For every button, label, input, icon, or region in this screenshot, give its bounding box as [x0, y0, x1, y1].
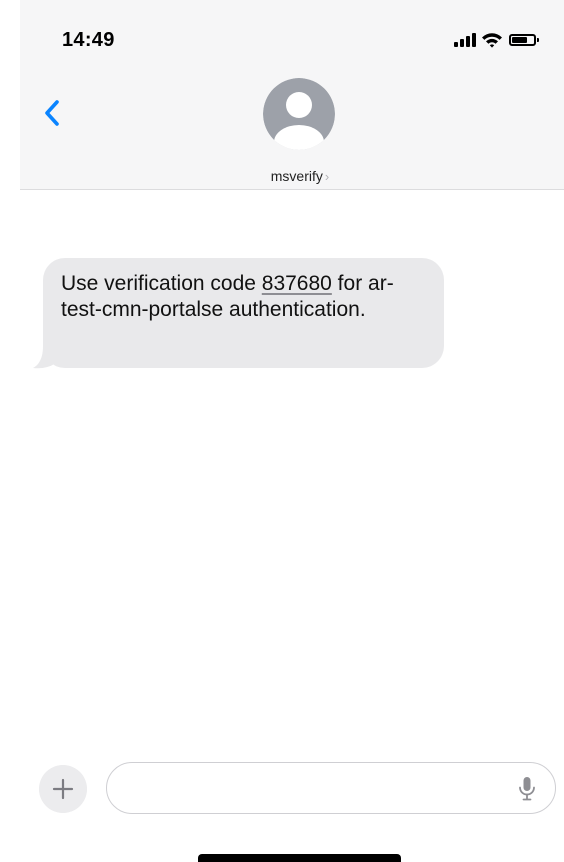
avatar[interactable] [263, 78, 335, 150]
person-placeholder-icon [286, 92, 312, 118]
chevron-right-icon: › [324, 169, 330, 184]
message-composer[interactable] [106, 762, 556, 814]
status-bar-time: 14:49 [62, 29, 115, 51]
add-button[interactable] [39, 765, 87, 813]
back-button[interactable] [38, 96, 68, 130]
microphone-icon[interactable] [517, 776, 537, 802]
message-text: Use verification code [61, 272, 262, 295]
contact-name-button[interactable]: msverify › [200, 168, 400, 184]
message-input[interactable] [125, 773, 499, 805]
contact-name: msverify [270, 168, 323, 184]
verification-code-link[interactable]: 837680 [262, 272, 332, 295]
cellular-signal-icon [454, 33, 476, 47]
home-indicator [198, 854, 401, 862]
incoming-message-bubble[interactable]: Use verification code 837680 for ar-test… [43, 258, 444, 368]
wifi-icon [482, 33, 502, 48]
battery-cap [537, 38, 539, 42]
battery-icon [509, 34, 536, 46]
chevron-left-icon [45, 100, 59, 126]
status-bar-icons [454, 30, 554, 50]
